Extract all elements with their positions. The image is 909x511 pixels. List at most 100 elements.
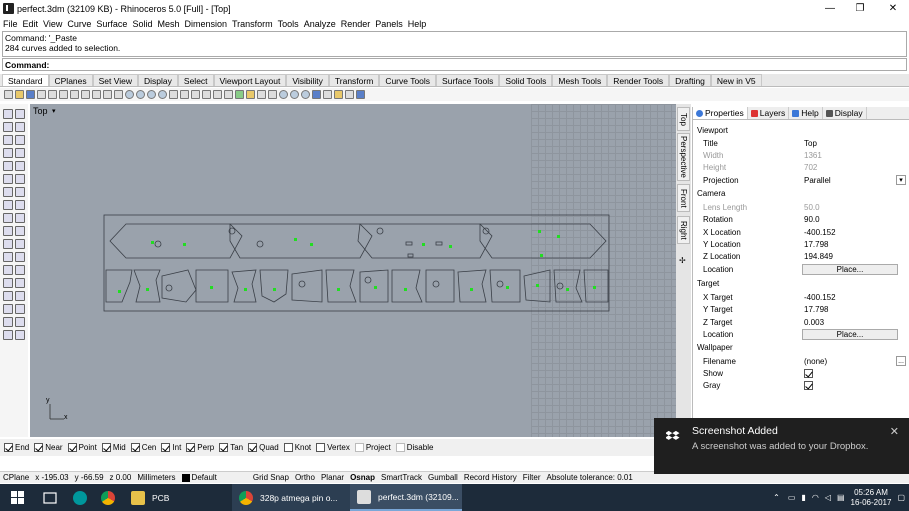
viewport-menu-chevron-icon[interactable]: ▾ [52, 107, 56, 115]
hide-icon[interactable] [268, 90, 277, 99]
osnap-checkbox[interactable] [34, 443, 44, 452]
restore-button[interactable]: ❐ [845, 0, 875, 17]
four-views-icon[interactable] [169, 90, 178, 99]
tab-transform[interactable]: Transform [328, 74, 380, 86]
osnap-checkbox[interactable] [161, 443, 171, 452]
menu-render[interactable]: Render [341, 19, 371, 29]
menu-edit[interactable]: Edit [23, 19, 39, 29]
polyline-tool-icon[interactable] [3, 122, 13, 132]
menu-tools[interactable]: Tools [278, 19, 299, 29]
tools-icon[interactable] [334, 90, 343, 99]
tab-drafting[interactable]: Drafting [669, 74, 711, 86]
command-line-input[interactable]: Command: [2, 58, 907, 71]
close-button[interactable]: ✕ [878, 0, 908, 17]
surface-tool-icon[interactable] [3, 174, 13, 184]
osnap-checkbox[interactable] [316, 443, 326, 452]
copy-tool-icon[interactable] [15, 239, 25, 249]
status-record-history[interactable]: Record History [461, 473, 520, 482]
menu-surface[interactable]: Surface [96, 19, 127, 29]
menu-mesh[interactable]: Mesh [157, 19, 179, 29]
status-gumball[interactable]: Gumball [425, 473, 461, 482]
z-target-field[interactable]: 0.003 [802, 317, 898, 328]
extrude-tool-icon[interactable] [15, 174, 25, 184]
layer-icon[interactable] [235, 90, 244, 99]
tab-set-view[interactable]: Set View [92, 74, 139, 86]
move-tool-icon[interactable] [3, 239, 13, 249]
join-tool-icon[interactable] [15, 213, 25, 223]
flow-tool-icon[interactable] [15, 330, 25, 340]
grid-icon[interactable] [180, 90, 189, 99]
tab-surface-tools[interactable]: Surface Tools [436, 74, 500, 86]
menu-file[interactable]: File [3, 19, 18, 29]
chevron-down-icon[interactable]: ▾ [896, 175, 906, 185]
help-icon[interactable] [356, 90, 365, 99]
import-icon[interactable] [48, 90, 57, 99]
osnap-vertex[interactable]: Vertex [316, 443, 350, 452]
cut-icon[interactable] [59, 90, 68, 99]
rotate-tool-icon[interactable] [3, 252, 13, 262]
keyboard-icon[interactable]: ▤ [837, 493, 845, 502]
menu-panels[interactable]: Panels [375, 19, 403, 29]
osnap-checkbox[interactable] [67, 443, 77, 452]
top-viewport[interactable]: y x [30, 104, 676, 437]
select-icon[interactable] [202, 90, 211, 99]
osnap-perp[interactable]: Perp [186, 443, 214, 452]
tab-properties[interactable]: Properties [693, 107, 748, 119]
tab-select[interactable]: Select [177, 74, 214, 86]
osnap-checkbox[interactable] [4, 443, 13, 452]
zoom-extents-icon[interactable] [147, 90, 156, 99]
osnap-tan[interactable]: Tan [219, 443, 243, 452]
tab-render-tools[interactable]: Render Tools [607, 74, 670, 86]
taskbar-chrome[interactable] [94, 484, 122, 511]
dropbox-notification[interactable]: Screenshot Added A screenshot was added … [654, 418, 909, 474]
tab-solid-tools[interactable]: Solid Tools [499, 74, 553, 86]
osnap-near[interactable]: Near [34, 443, 63, 452]
tab-mesh-tools[interactable]: Mesh Tools [552, 74, 608, 86]
filename-field[interactable]: (none) [802, 356, 894, 367]
zoom-selected-icon[interactable] [158, 90, 167, 99]
explode-tool-icon[interactable] [3, 226, 13, 236]
solid-tool-icon[interactable] [3, 187, 13, 197]
analyze-tool-icon[interactable] [3, 291, 13, 301]
ellipse-tool-icon[interactable] [3, 161, 13, 171]
boolean-tool-icon[interactable] [15, 317, 25, 327]
rotation-field[interactable]: 90.0 [802, 214, 898, 225]
cplane-icon[interactable] [191, 90, 200, 99]
split-tool-icon[interactable] [3, 213, 13, 223]
pan-icon[interactable] [103, 90, 112, 99]
tab-right-view[interactable]: Right [677, 216, 690, 244]
tab-front-view[interactable]: Front [677, 184, 690, 212]
z-location-field[interactable]: 194.849 [802, 251, 898, 262]
wifi-icon[interactable]: ◠ [812, 493, 819, 502]
start-button[interactable] [0, 484, 34, 511]
title-field[interactable]: Top [802, 138, 898, 149]
status-cplane[interactable]: CPlane [0, 473, 32, 482]
tab-viewport-layout[interactable]: Viewport Layout [213, 74, 287, 86]
viewport-title[interactable]: Top [33, 106, 48, 116]
osnap-disable[interactable]: Disable [395, 443, 433, 452]
circle-tool-icon[interactable] [3, 135, 13, 145]
menu-dimension[interactable]: Dimension [184, 19, 227, 29]
status-osnap[interactable]: Osnap [347, 473, 378, 482]
battery-icon[interactable]: ▮ [801, 493, 805, 502]
taskbar-arduino[interactable] [66, 484, 94, 511]
undo-icon[interactable] [92, 90, 101, 99]
tab-help[interactable]: Help [789, 107, 823, 119]
osnap-checkbox[interactable] [219, 443, 229, 452]
status-grid-snap[interactable]: Grid Snap [250, 473, 292, 482]
dimension-tool-icon[interactable] [15, 278, 25, 288]
zoom-icon[interactable] [125, 90, 134, 99]
select-tool-icon[interactable] [15, 109, 25, 119]
osnap-checkbox[interactable] [186, 443, 196, 452]
status-filter[interactable]: Filter [520, 473, 544, 482]
taskbar-item-pcb[interactable]: PCB [122, 484, 232, 511]
tab-curve-tools[interactable]: Curve Tools [379, 74, 437, 86]
task-view-button[interactable] [34, 484, 66, 511]
osnap-quad[interactable]: Quad [248, 443, 279, 452]
minimize-button[interactable]: — [815, 0, 845, 17]
command-history[interactable]: Command: '_Paste 284 curves added to sel… [2, 31, 907, 57]
taskbar-item-rhino[interactable]: perfect.3dm (32109... [350, 484, 462, 511]
y-location-field[interactable]: 17.798 [802, 239, 898, 250]
close-icon[interactable]: ✕ [890, 425, 899, 438]
menu-solid[interactable]: Solid [132, 19, 152, 29]
